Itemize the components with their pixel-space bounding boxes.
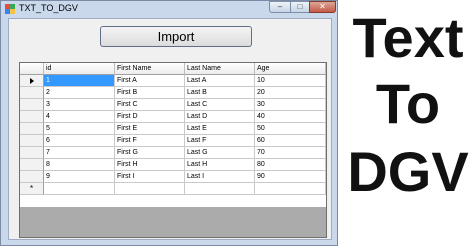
cell-first-name[interactable]: First D: [115, 111, 185, 123]
current-row-arrow-icon: [29, 78, 34, 84]
row-header[interactable]: [20, 159, 44, 171]
cell-first-name[interactable]: First E: [115, 123, 185, 135]
row-header[interactable]: [20, 147, 44, 159]
close-icon: ✕: [319, 2, 326, 11]
cell-age[interactable]: 60: [255, 135, 326, 147]
import-button[interactable]: Import: [100, 26, 252, 47]
cell-first-name[interactable]: First A: [115, 75, 185, 87]
cell-last-name[interactable]: Last I: [185, 171, 255, 183]
column-header-age[interactable]: Age: [255, 63, 326, 75]
cell-last-name[interactable]: Last B: [185, 87, 255, 99]
cell-last-name[interactable]: Last D: [185, 111, 255, 123]
new-cell-id[interactable]: [44, 183, 115, 195]
cell-id[interactable]: 7: [44, 147, 115, 159]
cell-age[interactable]: 20: [255, 87, 326, 99]
cell-id[interactable]: 3: [44, 99, 115, 111]
form-client-area: Import id First Name Last Name Age 1 Fir…: [8, 18, 332, 240]
cell-last-name[interactable]: Last H: [185, 159, 255, 171]
app-icon: [5, 4, 15, 14]
cell-last-name[interactable]: Last F: [185, 135, 255, 147]
cell-first-name[interactable]: First B: [115, 87, 185, 99]
new-cell-age[interactable]: [255, 183, 326, 195]
cell-first-name[interactable]: First C: [115, 99, 185, 111]
row-header[interactable]: [20, 75, 44, 87]
grid-content: id First Name Last Name Age 1 First A La…: [20, 63, 326, 207]
overlay-text-line-1: Text: [352, 6, 464, 69]
new-row-marker: *: [20, 183, 44, 195]
cell-last-name[interactable]: Last C: [185, 99, 255, 111]
new-cell-last-name[interactable]: [185, 183, 255, 195]
cell-age[interactable]: 70: [255, 147, 326, 159]
cell-id[interactable]: 1: [44, 75, 115, 87]
cell-age[interactable]: 90: [255, 171, 326, 183]
cell-first-name[interactable]: First I: [115, 171, 185, 183]
cell-age[interactable]: 40: [255, 111, 326, 123]
corner-header[interactable]: [20, 63, 44, 75]
maximize-button[interactable]: □: [290, 1, 310, 13]
column-header-id[interactable]: id: [44, 63, 115, 75]
row-header[interactable]: [20, 99, 44, 111]
cell-first-name[interactable]: First G: [115, 147, 185, 159]
minimize-icon: –: [277, 2, 283, 11]
cell-first-name[interactable]: First H: [115, 159, 185, 171]
cell-first-name[interactable]: First F: [115, 135, 185, 147]
row-header[interactable]: [20, 87, 44, 99]
window-title: TXT_TO_DGV: [19, 3, 78, 13]
title-bar[interactable]: TXT_TO_DGV – □ ✕: [1, 1, 337, 17]
cell-age[interactable]: 10: [255, 75, 326, 87]
row-header[interactable]: [20, 171, 44, 183]
cell-age[interactable]: 80: [255, 159, 326, 171]
cell-last-name[interactable]: Last G: [185, 147, 255, 159]
cell-id[interactable]: 9: [44, 171, 115, 183]
cell-id[interactable]: 6: [44, 135, 115, 147]
cell-last-name[interactable]: Last A: [185, 75, 255, 87]
overlay-text-line-2: To: [375, 72, 441, 135]
row-header[interactable]: [20, 135, 44, 147]
row-header[interactable]: [20, 111, 44, 123]
cell-age[interactable]: 30: [255, 99, 326, 111]
close-button[interactable]: ✕: [309, 1, 336, 13]
cell-age[interactable]: 50: [255, 123, 326, 135]
cell-id[interactable]: 5: [44, 123, 115, 135]
new-cell-first-name[interactable]: [115, 183, 185, 195]
overlay-text-line-3: DGV: [347, 140, 469, 203]
cell-last-name[interactable]: Last E: [185, 123, 255, 135]
minimize-button[interactable]: –: [269, 1, 291, 13]
cell-id[interactable]: 4: [44, 111, 115, 123]
maximize-icon: □: [297, 2, 303, 11]
app-window: TXT_TO_DGV – □ ✕ Import id First Name La…: [0, 0, 338, 246]
row-header[interactable]: [20, 123, 44, 135]
column-header-first-name[interactable]: First Name: [115, 63, 185, 75]
data-grid-view[interactable]: id First Name Last Name Age 1 First A La…: [19, 62, 327, 238]
cell-id[interactable]: 8: [44, 159, 115, 171]
column-header-last-name[interactable]: Last Name: [185, 63, 255, 75]
cell-id[interactable]: 2: [44, 87, 115, 99]
